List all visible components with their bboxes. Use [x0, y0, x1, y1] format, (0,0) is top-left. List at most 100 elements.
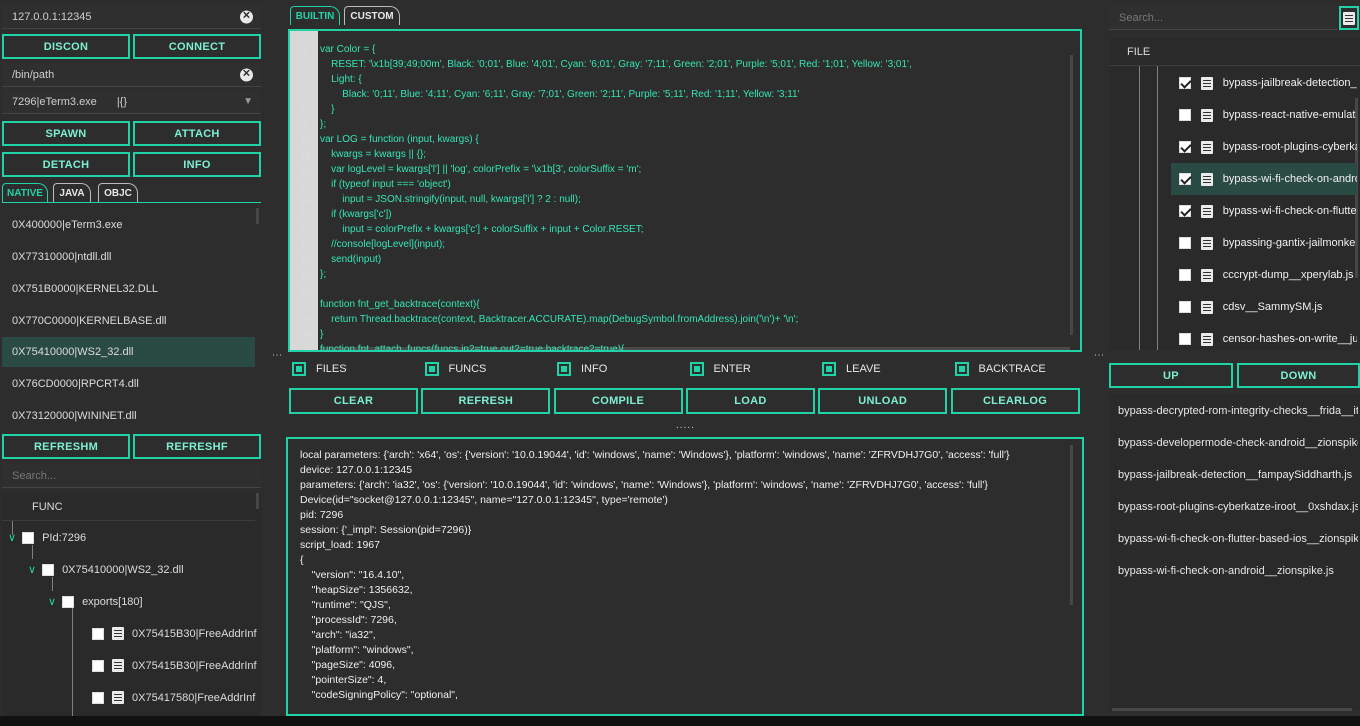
tree-node-exports[interactable]: ∨ exports[180] — [48, 595, 143, 608]
tree-node-module[interactable]: ∨ 0X75410000|WS2_32.dll — [28, 563, 184, 576]
file-checkbox[interactable] — [1179, 205, 1191, 217]
tab-native[interactable]: NATIVE — [2, 183, 48, 202]
right-splitter-handle[interactable]: ⋮ — [1093, 350, 1104, 361]
center-splitter-handle[interactable]: ..... — [676, 420, 695, 431]
module-row[interactable]: 0X400000|eTerm3.exe — [2, 210, 255, 240]
load-button[interactable]: LOAD — [685, 388, 815, 414]
file-checkbox[interactable] — [1179, 77, 1191, 89]
file-checkbox[interactable] — [1179, 141, 1191, 153]
tree-checkbox[interactable] — [42, 563, 55, 576]
chevron-down-icon[interactable]: ∨ — [28, 563, 36, 576]
module-row[interactable]: 0X73120000|WININET.dll — [2, 401, 255, 430]
refreshf-button[interactable]: REFRESHF — [133, 434, 261, 459]
menu-icon[interactable] — [1339, 6, 1359, 30]
file-row[interactable]: cccrypt-dump__xperylab.js — [1171, 259, 1357, 291]
selected-scrollbar-h[interactable] — [1112, 708, 1352, 711]
up-button[interactable]: UP — [1109, 363, 1233, 388]
file-row[interactable]: censor-hashes-on-write__ju — [1171, 323, 1357, 355]
chevron-down-icon[interactable]: ▼ — [243, 96, 253, 107]
func-scrollbar[interactable] — [256, 493, 259, 509]
tab-objc[interactable]: OBJC — [98, 183, 138, 202]
file-row[interactable]: bypass-wi-fi-check-on-flutte — [1171, 195, 1357, 227]
down-button[interactable]: DOWN — [1237, 363, 1360, 388]
log-scrollbar[interactable] — [1070, 445, 1073, 605]
chevron-down-icon[interactable]: ∨ — [48, 595, 56, 608]
chevron-down-icon[interactable]: ∨ — [8, 531, 16, 544]
module-row[interactable]: 0X77310000|ntdll.dll — [2, 242, 255, 272]
disconnect-button[interactable]: DISCON — [2, 34, 130, 59]
host-input[interactable]: 127.0.0.1:12345 ✕ — [2, 5, 261, 29]
option-checkbox[interactable] — [954, 362, 969, 376]
file-row[interactable]: bypass-root-plugins-cyberka — [1171, 131, 1357, 163]
option-enter[interactable]: ENTER — [689, 362, 751, 376]
tree-checkbox[interactable] — [92, 691, 104, 704]
tab-custom[interactable]: CUSTOM — [344, 6, 400, 25]
selected-file-item[interactable]: bypass-jailbreak-detection__fampaySiddha… — [1118, 469, 1358, 481]
spawn-button[interactable]: SPAWN — [2, 121, 130, 146]
tree-checkbox[interactable] — [62, 595, 75, 608]
tab-java[interactable]: JAVA — [53, 183, 91, 202]
option-leave[interactable]: LEAVE — [822, 362, 881, 376]
left-splitter-handle[interactable]: ⋮ — [271, 350, 282, 361]
info-button[interactable]: INFO — [133, 152, 261, 177]
file-row[interactable]: bypass-jailbreak-detection_ — [1171, 67, 1357, 99]
selected-file-item[interactable]: bypass-decrypted-rom-integrity-checks__f… — [1118, 405, 1358, 417]
attach-button[interactable]: ATTACH — [133, 121, 261, 146]
document-icon — [1200, 108, 1213, 122]
tree-checkbox[interactable] — [22, 531, 35, 544]
file-checkbox[interactable] — [1179, 333, 1191, 345]
clear-button[interactable]: CLEAR — [289, 388, 418, 414]
module-row[interactable]: 0X751B0000|KERNEL32.DLL — [2, 274, 255, 304]
file-checkbox[interactable] — [1179, 109, 1191, 121]
option-checkbox[interactable] — [424, 362, 439, 376]
file-checkbox[interactable] — [1179, 237, 1191, 249]
option-checkbox[interactable] — [822, 362, 836, 376]
option-files[interactable]: FILES — [292, 362, 347, 376]
process-select[interactable]: 7296|eTerm3.exe |{} ▼ — [2, 90, 261, 114]
tree-node-pid[interactable]: ∨ PId:7296 — [8, 531, 86, 544]
tree-node-func[interactable]: 0X75415B30|FreeAddrInf — [92, 659, 257, 672]
file-search-input[interactable]: Search... — [1109, 6, 1337, 30]
clear-host-icon[interactable]: ✕ — [240, 10, 253, 23]
file-checkbox[interactable] — [1179, 173, 1191, 185]
option-funcs[interactable]: FUNCS — [424, 362, 486, 376]
selected-file-item[interactable]: bypass-wi-fi-check-on-android__zionspike… — [1118, 565, 1358, 577]
clearlog-button[interactable]: CLEARLOG — [950, 388, 1080, 414]
module-row[interactable]: 0X76CD0000|RPCRT4.dll — [2, 369, 255, 399]
func-search-input[interactable]: Search... — [2, 464, 261, 488]
detach-button[interactable]: DETACH — [2, 152, 130, 177]
option-checkbox[interactable] — [292, 362, 306, 376]
module-scrollbar[interactable] — [256, 208, 259, 224]
option-backtrace[interactable]: BACKTRACE — [954, 362, 1046, 376]
refreshm-button[interactable]: REFRESHM — [2, 434, 130, 459]
file-checkbox[interactable] — [1179, 301, 1191, 313]
refresh-button[interactable]: REFRESH — [421, 388, 551, 414]
connect-button[interactable]: CONNECT — [133, 34, 261, 59]
option-info[interactable]: INFO — [557, 362, 607, 376]
file-row[interactable]: bypassing-gantix-jailmonke — [1171, 227, 1357, 259]
file-checkbox[interactable] — [1179, 269, 1191, 281]
func-header-label: FUNC — [32, 500, 63, 513]
path-input[interactable]: /bin/path ✕ — [2, 63, 261, 87]
tree-checkbox[interactable] — [92, 659, 104, 672]
tab-builtin[interactable]: BUILTIN — [290, 6, 340, 25]
module-row-selected[interactable]: 0X75410000|WS2_32.dll — [2, 337, 255, 367]
file-row-selected[interactable]: bypass-wi-fi-check-on-androi — [1171, 163, 1357, 195]
option-label: BACKTRACE — [978, 363, 1046, 375]
file-row[interactable]: bypass-react-native-emulat — [1171, 99, 1357, 131]
tree-checkbox[interactable] — [92, 627, 104, 640]
file-row[interactable]: cdsv__SammySM.js — [1171, 291, 1357, 323]
compile-button[interactable]: COMPILE — [553, 388, 683, 414]
option-checkbox[interactable] — [557, 362, 571, 376]
module-row[interactable]: 0X770C0000|KERNELBASE.dll — [2, 306, 255, 336]
option-checkbox[interactable] — [689, 362, 704, 376]
tree-node-func[interactable]: 0X75417580|FreeAddrInf — [92, 691, 255, 704]
clear-path-icon[interactable]: ✕ — [240, 68, 253, 81]
tree-node-func[interactable]: 0X75415B30|FreeAddrInf — [92, 627, 257, 640]
code-line: } — [320, 329, 324, 340]
selected-file-item[interactable]: bypass-developermode-check-android__zion… — [1118, 437, 1358, 449]
selected-file-item[interactable]: bypass-wi-fi-check-on-flutter-based-ios_… — [1118, 533, 1358, 545]
selected-file-item[interactable]: bypass-root-plugins-cyberkatze-iroot__0x… — [1118, 501, 1358, 513]
unload-button[interactable]: UNLOAD — [818, 388, 948, 414]
line-number: 23 — [300, 330, 313, 342]
